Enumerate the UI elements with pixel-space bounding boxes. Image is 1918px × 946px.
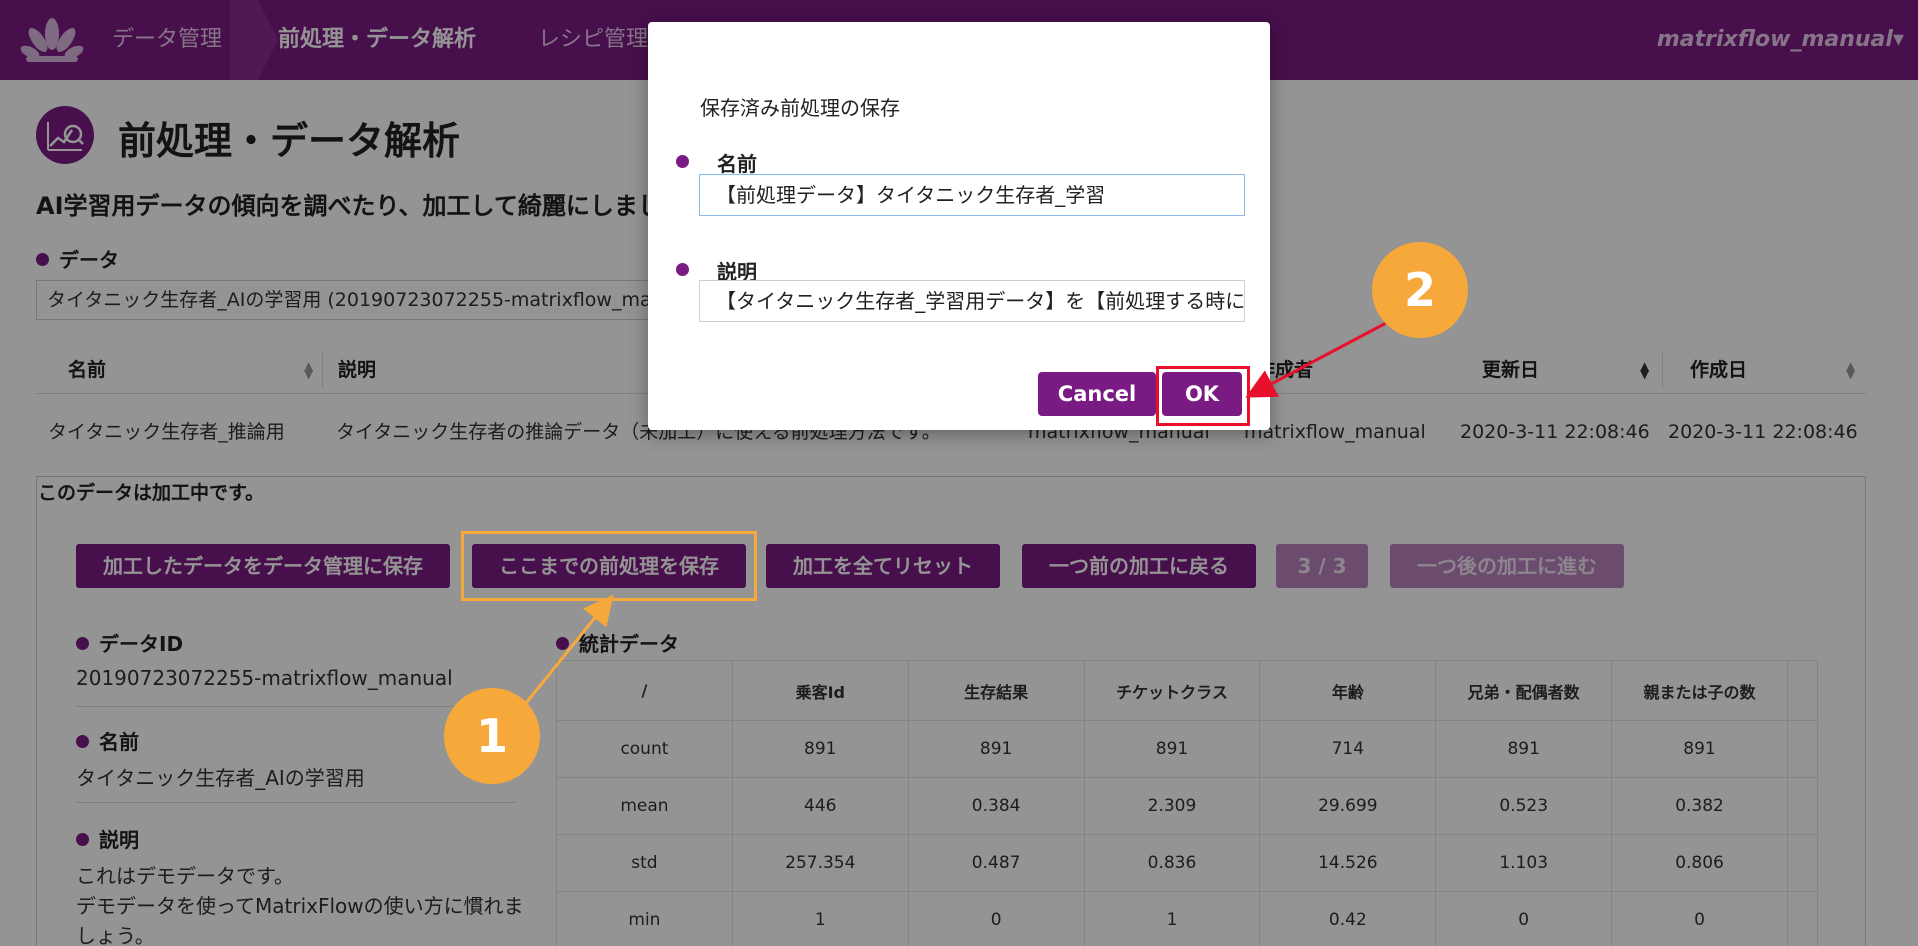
description-input[interactable]: 【タイタニック生存者_学習用データ】を【前処理する時に bbox=[699, 280, 1245, 322]
name-input[interactable]: 【前処理データ】タイタニック生存者_学習 bbox=[699, 174, 1245, 216]
dialog-title: 保存済み前処理の保存 bbox=[700, 96, 900, 120]
step-2-callout: 2 bbox=[1372, 242, 1468, 338]
highlight-ok bbox=[1156, 366, 1250, 426]
step-1-callout: 1 bbox=[444, 688, 540, 784]
cancel-button[interactable]: Cancel bbox=[1038, 372, 1156, 416]
highlight-save-preprocess bbox=[461, 531, 757, 601]
name-label: 名前 bbox=[676, 148, 757, 177]
